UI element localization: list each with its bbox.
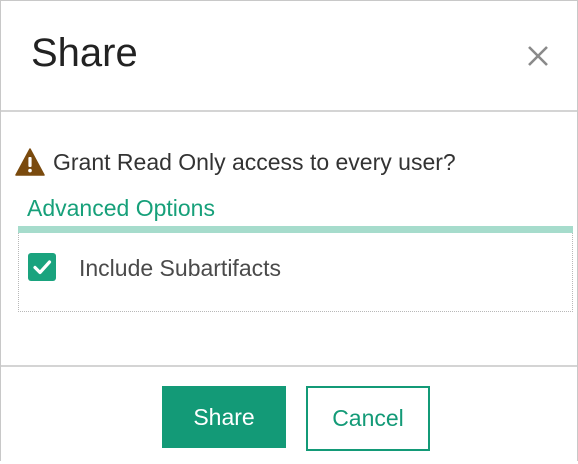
dialog-header: Share [1,1,577,112]
cancel-button[interactable]: Cancel [306,386,430,451]
warning-message: Grant Read Only access to every user? [15,147,456,177]
checkmark-icon [33,260,52,275]
warning-text: Grant Read Only access to every user? [53,148,456,175]
dialog-title: Share [31,31,138,75]
advanced-options-toggle[interactable]: Advanced Options [27,195,215,222]
share-dialog: Share Grant Read Only access to every us… [0,0,578,461]
dialog-footer: Share Cancel [1,365,577,464]
advanced-options-divider [18,226,573,233]
warning-icon [15,148,45,176]
share-button[interactable]: Share [162,386,286,448]
include-subartifacts-label[interactable]: Include Subartifacts [79,255,281,282]
dialog-body: Grant Read Only access to every user? Ad… [1,112,577,365]
include-subartifacts-checkbox[interactable] [28,253,56,281]
close-icon[interactable] [523,41,553,71]
advanced-options-panel: Include Subartifacts [18,233,573,312]
